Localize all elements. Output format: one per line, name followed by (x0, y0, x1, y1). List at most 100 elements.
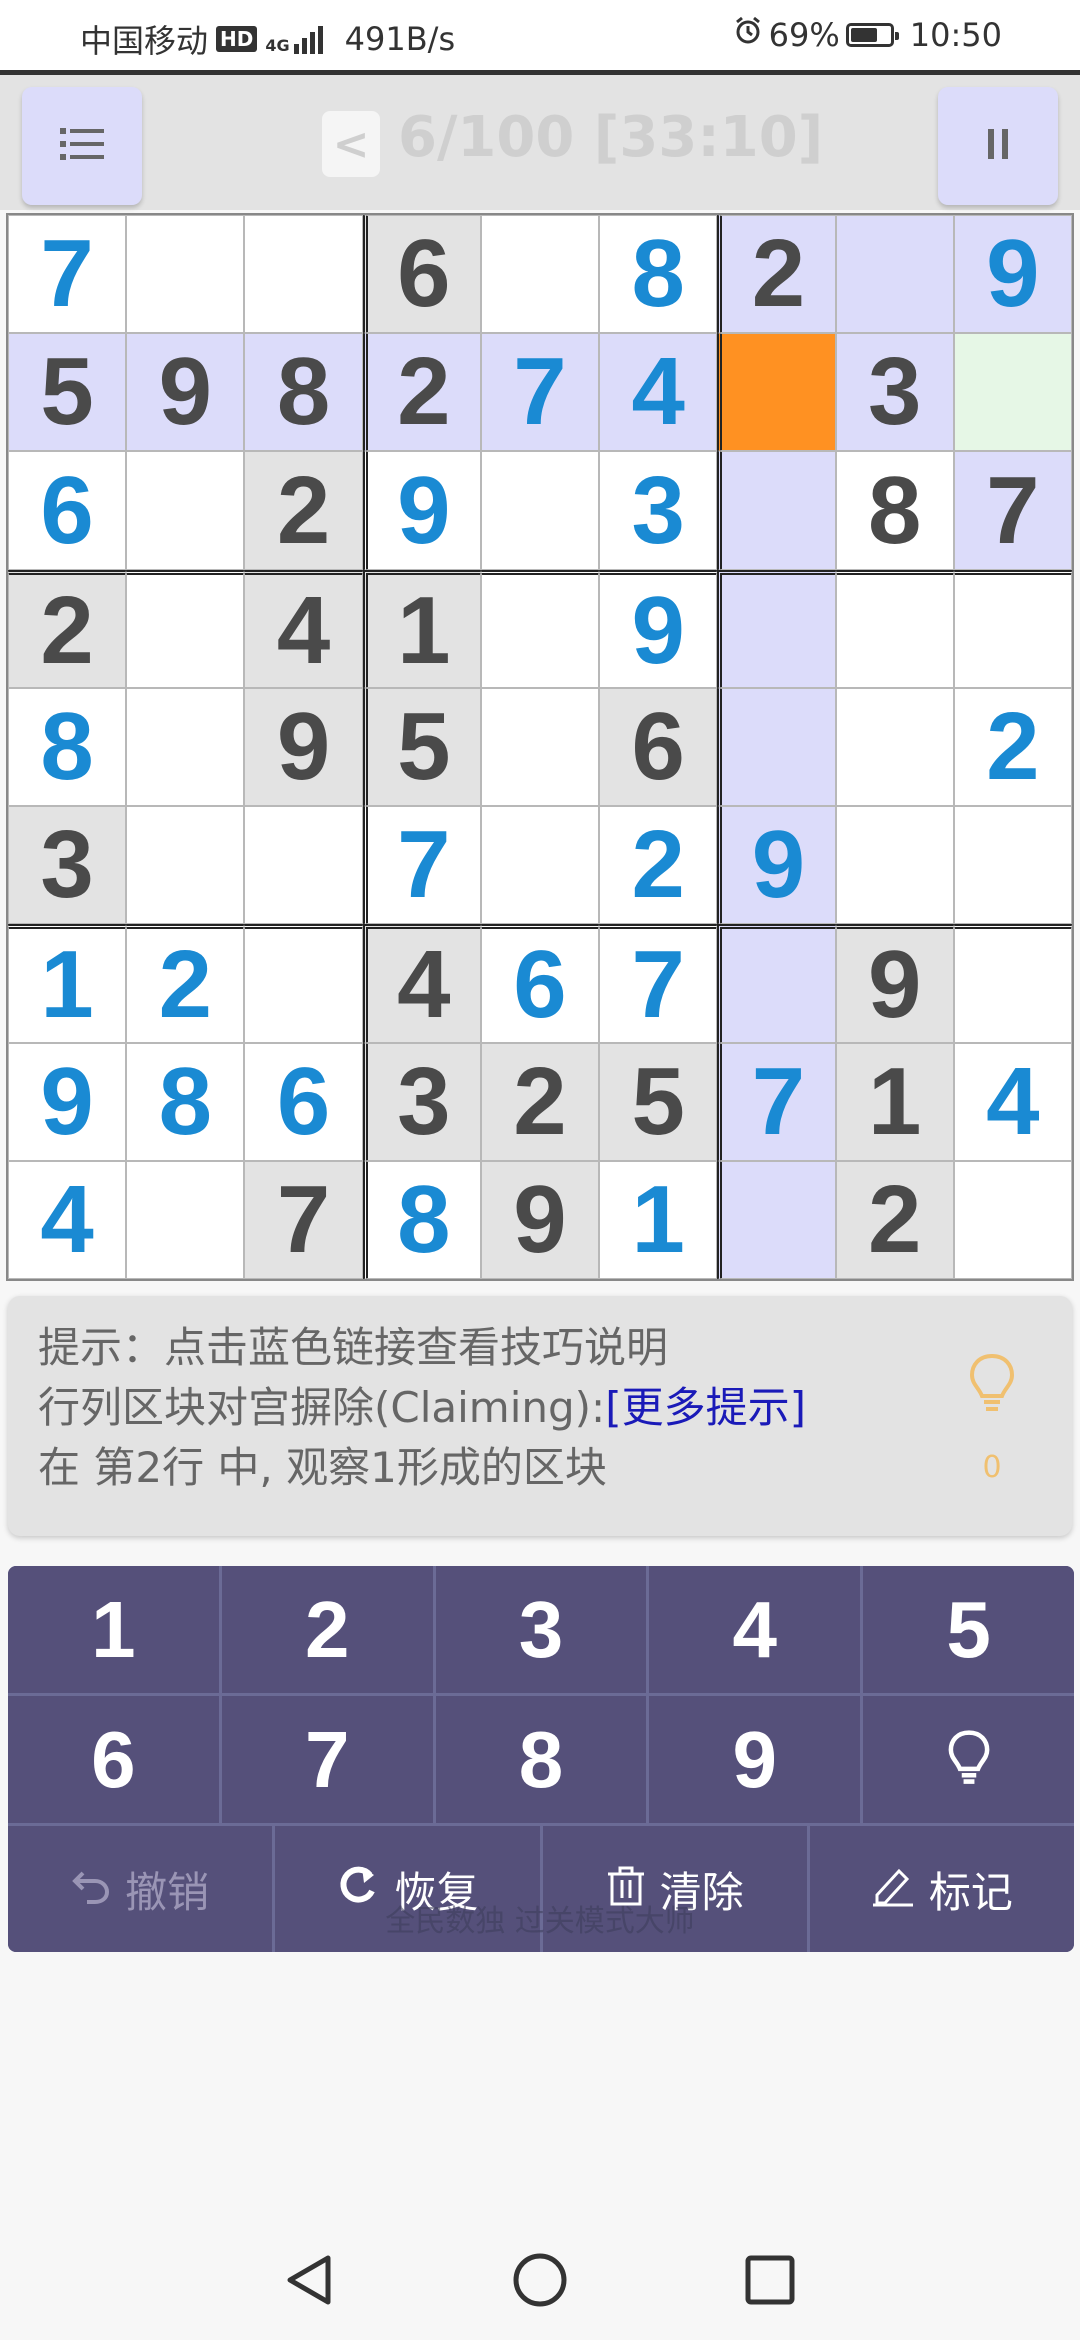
sudoku-cell-r2c3[interactable]: 8 (244, 333, 363, 452)
sudoku-cell-r3c8[interactable]: 8 (835, 451, 954, 570)
sudoku-cell-r7c2[interactable]: 2 (126, 924, 245, 1043)
sudoku-cell-r6c7[interactable]: 9 (717, 806, 836, 925)
sudoku-cell-r6c9[interactable] (953, 806, 1072, 925)
sudoku-cell-r5c6[interactable]: 6 (599, 687, 718, 807)
recents-icon[interactable] (740, 2250, 800, 2310)
sudoku-cell-r5c5[interactable] (480, 687, 600, 807)
sudoku-cell-r2c7[interactable] (717, 333, 836, 452)
sudoku-cell-r9c3[interactable]: 7 (244, 1160, 363, 1279)
sudoku-cell-r2c6[interactable]: 4 (599, 333, 718, 452)
sudoku-cell-r5c1[interactable]: 8 (8, 687, 127, 807)
sudoku-cell-r3c2[interactable] (126, 451, 245, 570)
sudoku-cell-r1c3[interactable] (244, 215, 363, 334)
sudoku-cell-r9c5[interactable]: 9 (480, 1160, 600, 1279)
sudoku-cell-r6c1[interactable]: 3 (8, 806, 127, 925)
sudoku-cell-r3c5[interactable] (480, 451, 600, 570)
sudoku-cell-r9c9[interactable] (953, 1160, 1072, 1279)
sudoku-cell-r3c7[interactable] (717, 451, 836, 570)
key-4[interactable]: 4 (649, 1566, 861, 1693)
sudoku-cell-r4c7[interactable] (717, 569, 836, 688)
sudoku-cell-r8c3[interactable]: 6 (244, 1042, 363, 1161)
sudoku-cell-r6c3[interactable] (244, 806, 363, 925)
sudoku-cell-r2c5[interactable]: 7 (480, 333, 600, 452)
sudoku-cell-r2c2[interactable]: 9 (126, 333, 245, 452)
sudoku-cell-r7c8[interactable]: 9 (835, 924, 954, 1043)
sudoku-cell-r3c6[interactable]: 3 (599, 451, 718, 570)
sudoku-cell-r5c2[interactable] (126, 687, 245, 807)
sudoku-cell-r7c6[interactable]: 7 (599, 924, 718, 1043)
sudoku-cell-r6c6[interactable]: 2 (599, 806, 718, 925)
sudoku-cell-r7c5[interactable]: 6 (480, 924, 600, 1043)
sudoku-cell-r1c1[interactable]: 7 (8, 215, 127, 334)
prev-level-button[interactable]: < (322, 111, 380, 177)
sudoku-cell-r4c8[interactable] (835, 569, 954, 688)
sudoku-cell-r1c8[interactable] (835, 215, 954, 334)
sudoku-cell-r2c1[interactable]: 5 (8, 333, 127, 452)
sudoku-cell-r7c3[interactable] (244, 924, 363, 1043)
sudoku-cell-r1c2[interactable] (126, 215, 245, 334)
sudoku-cell-r4c5[interactable] (480, 569, 600, 688)
back-icon[interactable] (280, 2250, 340, 2310)
sudoku-cell-r4c9[interactable] (953, 569, 1072, 688)
key-6[interactable]: 6 (8, 1696, 219, 1823)
key-5[interactable]: 5 (863, 1566, 1074, 1693)
sudoku-cell-r2c8[interactable]: 3 (835, 333, 954, 452)
sudoku-cell-r1c4[interactable]: 6 (362, 215, 481, 334)
mark-button[interactable]: 标记 (809, 1826, 1074, 1952)
hint-bulb-button[interactable]: 0 (964, 1352, 1020, 1498)
redo-button[interactable]: 恢复 (275, 1826, 540, 1952)
sudoku-cell-r3c9[interactable]: 7 (953, 451, 1072, 570)
sudoku-cell-r6c8[interactable] (835, 806, 954, 925)
undo-button[interactable]: 撤销 (8, 1826, 273, 1952)
sudoku-cell-r8c9[interactable]: 4 (953, 1042, 1072, 1161)
more-hints-link[interactable]: [更多提示] (605, 1383, 806, 1432)
sudoku-cell-r9c8[interactable]: 2 (835, 1160, 954, 1279)
sudoku-cell-r4c4[interactable]: 1 (362, 569, 481, 688)
sudoku-cell-r7c7[interactable] (717, 924, 836, 1043)
sudoku-cell-r8c7[interactable]: 7 (717, 1042, 836, 1161)
sudoku-cell-r8c4[interactable]: 3 (362, 1042, 481, 1161)
sudoku-cell-r9c4[interactable]: 8 (362, 1160, 481, 1279)
sudoku-cell-r5c9[interactable]: 2 (953, 687, 1072, 807)
key-7[interactable]: 7 (221, 1696, 433, 1823)
hint-key[interactable] (863, 1696, 1074, 1823)
sudoku-cell-r9c7[interactable] (717, 1160, 836, 1279)
sudoku-cell-r7c4[interactable]: 4 (362, 924, 481, 1043)
sudoku-cell-r5c3[interactable]: 9 (244, 687, 363, 807)
sudoku-cell-r4c1[interactable]: 2 (8, 569, 127, 688)
sudoku-cell-r9c1[interactable]: 4 (8, 1160, 127, 1279)
key-3[interactable]: 3 (435, 1566, 647, 1693)
sudoku-cell-r8c8[interactable]: 1 (835, 1042, 954, 1161)
key-9[interactable]: 9 (649, 1696, 861, 1823)
sudoku-cell-r8c1[interactable]: 9 (8, 1042, 127, 1161)
sudoku-cell-r8c5[interactable]: 2 (480, 1042, 600, 1161)
sudoku-cell-r5c4[interactable]: 5 (362, 687, 481, 807)
sudoku-cell-r2c9[interactable] (953, 333, 1072, 452)
key-2[interactable]: 2 (221, 1566, 433, 1693)
sudoku-cell-r1c5[interactable] (480, 215, 600, 334)
sudoku-cell-r4c2[interactable] (126, 569, 245, 688)
sudoku-cell-r5c7[interactable] (717, 687, 836, 807)
sudoku-cell-r3c1[interactable]: 6 (8, 451, 127, 570)
pause-button[interactable] (938, 87, 1058, 205)
home-icon[interactable] (510, 2250, 570, 2310)
sudoku-cell-r6c5[interactable] (480, 806, 600, 925)
sudoku-cell-r7c9[interactable] (953, 924, 1072, 1043)
sudoku-cell-r4c3[interactable]: 4 (244, 569, 363, 688)
sudoku-cell-r5c8[interactable] (835, 687, 954, 807)
key-1[interactable]: 1 (8, 1566, 219, 1693)
key-8[interactable]: 8 (435, 1696, 647, 1823)
sudoku-cell-r9c6[interactable]: 1 (599, 1160, 718, 1279)
sudoku-cell-r1c9[interactable]: 9 (953, 215, 1072, 334)
sudoku-cell-r2c4[interactable]: 2 (362, 333, 481, 452)
sudoku-cell-r1c6[interactable]: 8 (599, 215, 718, 334)
sudoku-cell-r4c6[interactable]: 9 (599, 569, 718, 688)
sudoku-cell-r8c6[interactable]: 5 (599, 1042, 718, 1161)
sudoku-cell-r6c2[interactable] (126, 806, 245, 925)
sudoku-cell-r3c4[interactable]: 9 (362, 451, 481, 570)
sudoku-cell-r6c4[interactable]: 7 (362, 806, 481, 925)
sudoku-cell-r3c3[interactable]: 2 (244, 451, 363, 570)
sudoku-cell-r1c7[interactable]: 2 (717, 215, 836, 334)
clear-button[interactable]: 清除 (542, 1826, 807, 1952)
sudoku-cell-r9c2[interactable] (126, 1160, 245, 1279)
